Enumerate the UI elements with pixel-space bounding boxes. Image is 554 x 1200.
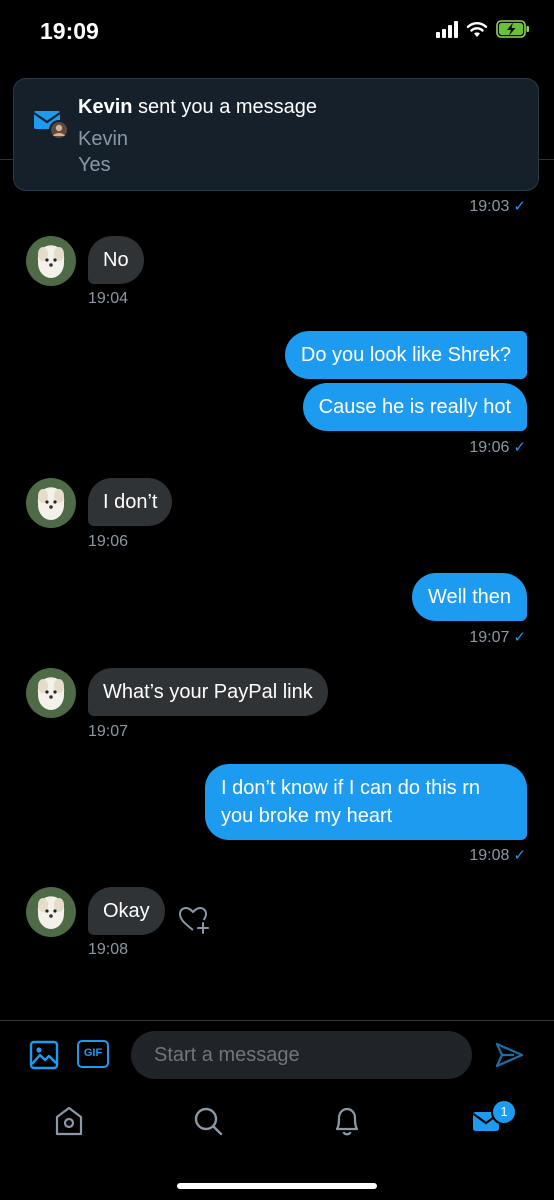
sent-check-icon: ✓	[513, 198, 526, 215]
sent-check-icon: ✓	[513, 439, 526, 456]
tab-search[interactable]	[186, 1104, 230, 1144]
battery-charging-icon	[496, 20, 529, 38]
message-bubble-incoming[interactable]: I don’t	[88, 478, 173, 526]
notification-body: Yes	[78, 154, 111, 176]
status-bar: 19:09	[0, 0, 554, 70]
timestamp: 19:08 ✓	[469, 847, 526, 864]
message-bubble-outgoing[interactable]: Cause he is really hot	[302, 383, 527, 431]
mail-app-icon	[33, 111, 68, 140]
add-reaction-icon[interactable]	[178, 905, 212, 935]
tab-notifications[interactable]	[325, 1104, 369, 1144]
image-icon[interactable]	[29, 1040, 59, 1070]
timestamp: 19:07	[88, 723, 129, 740]
message-input[interactable]: Start a message	[131, 1031, 472, 1079]
notification-sender: Kevin	[78, 128, 129, 150]
message-bubble-incoming[interactable]: No	[88, 236, 144, 284]
message-bubble-incoming[interactable]: Okay	[88, 887, 165, 935]
push-notification-banner[interactable]: Kevin sent you a message Kevin Yes	[13, 78, 539, 191]
wifi-icon	[466, 21, 488, 37]
timestamp: 19:07 ✓	[469, 629, 526, 646]
cellular-signal-icon	[436, 20, 458, 38]
avatar[interactable]	[26, 236, 76, 286]
timestamp: 19:06	[88, 533, 129, 550]
sent-check-icon: ✓	[513, 629, 526, 646]
bell-icon	[335, 1107, 359, 1136]
tab-home[interactable]	[47, 1104, 91, 1144]
status-time: 19:09	[40, 18, 99, 44]
notification-title: Kevin sent you a message	[78, 96, 318, 118]
status-icons	[436, 20, 530, 38]
avatar[interactable]	[26, 668, 76, 718]
avatar[interactable]	[26, 887, 76, 937]
avatar[interactable]	[26, 478, 76, 528]
gif-button[interactable]: GIF	[77, 1040, 109, 1068]
sent-check-icon: ✓	[513, 847, 526, 864]
search-icon	[194, 1107, 223, 1136]
message-composer: GIF Start a message	[0, 1020, 554, 1091]
message-bubble-outgoing[interactable]: Well then	[411, 573, 527, 621]
message-bubble-outgoing[interactable]: Do you look like Shrek?	[284, 331, 527, 379]
timestamp: 19:04	[88, 290, 129, 307]
timestamp: 19:06 ✓	[469, 439, 526, 456]
timestamp: 19:08	[88, 941, 129, 958]
message-bubble-incoming[interactable]: What’s your PayPal link	[88, 668, 328, 716]
home-icon	[55, 1106, 83, 1136]
home-indicator[interactable]	[177, 1183, 377, 1189]
send-icon[interactable]	[494, 1041, 524, 1069]
message-bubble-outgoing[interactable]: I don’t know if I can do this rn you bro…	[205, 764, 527, 840]
timestamp: 19:03 ✓	[469, 198, 526, 215]
messages-badge: 1	[491, 1099, 517, 1125]
